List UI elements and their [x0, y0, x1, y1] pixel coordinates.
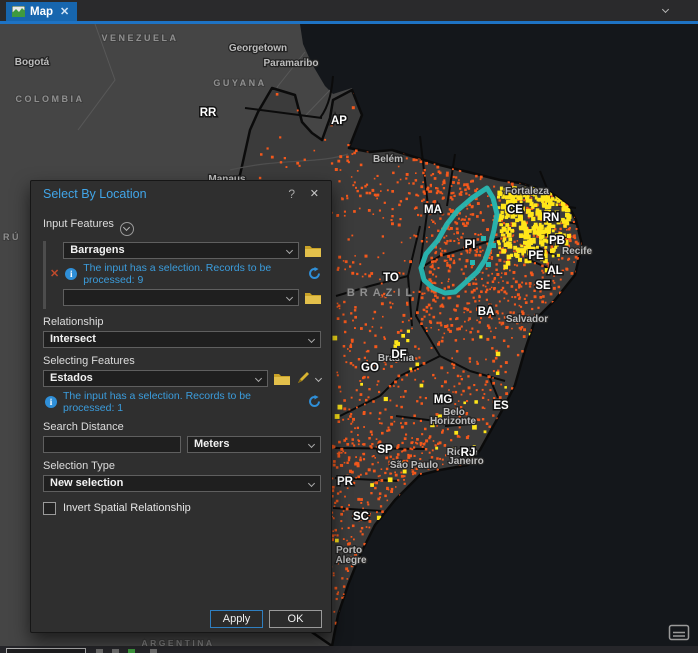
dialog-close-icon[interactable]: ✕	[310, 187, 319, 200]
state-label: SC	[353, 511, 369, 523]
tab-map[interactable]: Map ✕	[6, 2, 77, 21]
state-label: PE	[528, 250, 544, 262]
search-distance-label: Search Distance	[43, 421, 321, 433]
city-label: Belém	[373, 154, 403, 165]
browse-folder-icon[interactable]	[305, 291, 321, 304]
selecting-features-label: Selecting Features	[43, 355, 321, 367]
refresh-icon[interactable]	[308, 395, 321, 408]
input-features-value: Barragens	[70, 244, 124, 256]
relationship-value: Intersect	[50, 333, 96, 345]
statusbar-icon[interactable]	[128, 649, 135, 653]
city-label: Horizonte	[430, 416, 477, 427]
ok-button[interactable]: OK	[269, 610, 322, 628]
input-selection-message: The input has a selection. Records to be…	[83, 262, 302, 286]
city-label: Recife	[562, 246, 592, 257]
search-distance-input[interactable]	[43, 436, 181, 453]
state-label: SP	[377, 444, 393, 456]
country-label: RÚ	[3, 231, 21, 242]
selection-type-label: Selection Type	[43, 460, 321, 472]
selection-type-dropdown[interactable]: New selection	[43, 475, 321, 492]
city-label: Bogotá	[15, 57, 50, 68]
state-label: ES	[493, 400, 509, 412]
selecting-features-value: Estados	[50, 372, 93, 384]
selecting-features-dropdown[interactable]: Estados	[43, 370, 268, 387]
invert-checkbox[interactable]	[43, 502, 56, 515]
state-label: MA	[424, 204, 442, 216]
state-label: AL	[547, 265, 562, 277]
tab-close-icon[interactable]: ✕	[60, 5, 69, 18]
map-tab-bar: Map ✕	[0, 0, 698, 24]
country-label: COLOMBIA	[16, 94, 85, 104]
country-label: GUYANA	[213, 78, 266, 88]
catalog-flyout-icon[interactable]	[668, 624, 690, 641]
pencil-dropdown-chevron-icon[interactable]	[315, 374, 322, 381]
city-label: Paramaribo	[263, 58, 318, 69]
collapse-toggle-icon[interactable]	[120, 222, 134, 236]
state-label: RN	[543, 212, 560, 224]
scale-input[interactable]	[6, 648, 86, 653]
state-label: DF	[391, 349, 406, 361]
dialog-title: Select By Location	[43, 187, 147, 201]
country-label: ARGENTINA	[141, 638, 214, 646]
refresh-icon[interactable]	[308, 267, 321, 280]
selection-type-value: New selection	[50, 477, 123, 489]
city-label: São Paulo	[390, 460, 438, 471]
state-label: RJ	[461, 447, 476, 459]
browse-folder-icon[interactable]	[274, 372, 290, 385]
state-label: TO	[383, 272, 399, 284]
city-label: Salvador	[506, 314, 548, 325]
relationship-dropdown[interactable]: Intersect	[43, 331, 321, 348]
units-dropdown[interactable]: Meters	[187, 436, 321, 453]
state-label: GO	[361, 362, 379, 374]
help-icon[interactable]: ?	[288, 187, 295, 201]
state-label: MG	[434, 394, 453, 406]
state-label: RR	[200, 107, 217, 119]
arcgis-window: Map ✕	[0, 0, 698, 653]
state-label: PR	[337, 476, 354, 488]
select-by-location-dialog: Select By Location ? ✕ Input Features ✕ …	[30, 180, 332, 633]
city-label: Georgetown	[229, 43, 287, 54]
map-tab-icon	[12, 6, 25, 17]
state-label: AP	[331, 115, 347, 127]
input-features-dropdown[interactable]: Barragens	[63, 242, 299, 259]
state-label: CE	[507, 204, 523, 216]
state-label: SE	[535, 280, 551, 292]
info-icon: i	[45, 396, 57, 408]
state-label: PB	[549, 235, 565, 247]
browse-folder-icon[interactable]	[305, 244, 321, 257]
state-label: BA	[478, 306, 495, 318]
info-icon: i	[65, 268, 77, 280]
statusbar-icon[interactable]	[150, 649, 157, 653]
invert-label: Invert Spatial Relationship	[63, 502, 191, 514]
country-label: BRAZIL	[347, 287, 417, 299]
remove-row-icon[interactable]: ✕	[50, 267, 59, 280]
edit-pencil-icon[interactable]	[296, 371, 310, 385]
relationship-label: Relationship	[43, 316, 321, 328]
tab-map-label: Map	[30, 6, 53, 18]
row-rail	[43, 241, 46, 309]
tab-list-chevron-icon[interactable]	[662, 6, 669, 13]
state-label: PI	[465, 239, 476, 251]
input-features-label: Input Features	[43, 218, 321, 236]
statusbar-icon[interactable]	[96, 649, 103, 653]
statusbar-icon[interactable]	[112, 649, 119, 653]
units-value: Meters	[194, 438, 229, 450]
apply-button[interactable]: Apply	[210, 610, 263, 628]
city-label: Fortaleza	[505, 186, 549, 197]
selecting-selection-message: The input has a selection. Records to be…	[63, 390, 302, 414]
dialog-header[interactable]: Select By Location ? ✕	[31, 181, 331, 205]
city-label: Alegre	[335, 555, 367, 566]
country-label: VENEZUELA	[101, 33, 178, 43]
status-bar	[0, 646, 698, 653]
input-features-dropdown-2[interactable]	[63, 289, 299, 306]
